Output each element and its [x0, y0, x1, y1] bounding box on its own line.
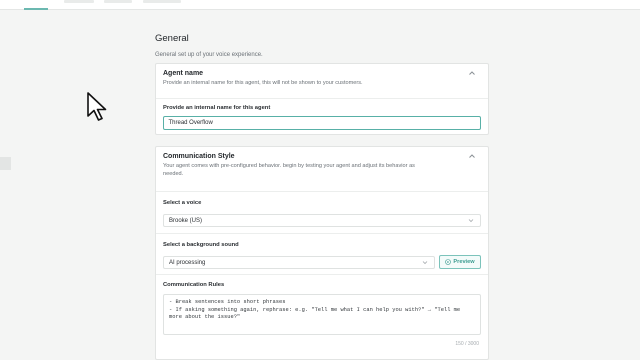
voice-label: Select a voice	[163, 200, 202, 206]
agent-name-row: Provide an internal name for this agent …	[156, 99, 488, 135]
communication-rules-textarea[interactable]: - Break sentences into short phrases - I…	[163, 294, 481, 335]
voice-row: Select a voice Brooke (US)	[156, 192, 488, 234]
voice-select[interactable]: Brooke (US)	[163, 214, 481, 227]
active-tab-indicator	[24, 8, 48, 10]
chevron-up-icon[interactable]	[468, 70, 476, 76]
top-tab-bar	[0, 0, 640, 10]
background-sound-label: Select a background sound	[163, 242, 239, 248]
play-circle-icon	[445, 259, 452, 265]
cursor-arrow-icon	[87, 92, 107, 121]
agent-name-card: Agent name Provide an internal name for …	[155, 63, 489, 135]
communication-rules-row: Communication Rules - Break sentences in…	[156, 275, 488, 359]
tab-faded-2[interactable]	[104, 0, 132, 3]
card-title: Communication Style	[163, 153, 235, 160]
tab-faded-1[interactable]	[64, 0, 94, 3]
chevron-down-icon	[468, 219, 474, 223]
chevron-up-icon[interactable]	[468, 153, 476, 159]
communication-card-header[interactable]: Communication Style Your agent comes wit…	[156, 147, 488, 192]
agent-name-label: Provide an internal name for this agent	[163, 105, 271, 111]
rules-line-3: more about the issue?"	[169, 314, 241, 321]
communication-style-card: Communication Style Your agent comes wit…	[155, 146, 489, 360]
section-title: General	[155, 33, 189, 44]
general-section-header: General General set up of your voice exp…	[155, 33, 489, 60]
background-sound-select[interactable]: AI processing	[163, 256, 435, 269]
background-sound-row: Select a background sound AI processing …	[156, 234, 488, 275]
preview-label: Preview	[453, 259, 475, 265]
card-description: Provide an internal name for this agent,…	[163, 80, 363, 86]
left-edge-marker	[0, 157, 11, 170]
card-title: Agent name	[163, 70, 204, 77]
communication-rules-label: Communication Rules	[163, 282, 225, 288]
section-subtitle: General set up of your voice experience.	[155, 52, 263, 58]
agent-name-input[interactable]: Thread Overflow	[163, 116, 481, 130]
background-sound-value: AI processing	[169, 260, 206, 266]
card-description-line-2: needed.	[163, 170, 184, 177]
tab-faded-3[interactable]	[143, 0, 181, 3]
rules-line-2: - If asking something again, rephrase: e…	[169, 306, 461, 313]
preview-button[interactable]: Preview	[439, 255, 481, 269]
agent-name-value: Thread Overflow	[168, 119, 213, 126]
agent-name-card-header[interactable]: Agent name Provide an internal name for …	[156, 64, 488, 99]
rules-line-1: - Break sentences into short phrases	[169, 299, 286, 305]
chevron-down-icon	[422, 261, 428, 265]
character-counter: 150 / 3000	[455, 341, 479, 347]
voice-value: Brooke (US)	[169, 218, 203, 224]
card-description-line-1: Your agent comes with pre-configured beh…	[163, 163, 415, 169]
card-description: Your agent comes with pre-configured beh…	[163, 163, 481, 178]
